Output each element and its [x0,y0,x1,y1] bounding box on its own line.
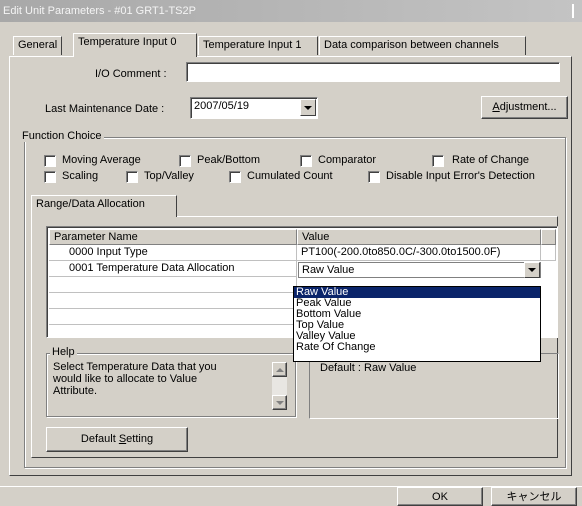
chevron-down-icon [528,268,536,272]
tab-range-data-allocation[interactable]: Range/Data Allocation [31,195,177,217]
table-row-empty [49,293,297,309]
top-valley-checkbox[interactable] [126,171,138,183]
adjustment-button[interactable]: Adjustment... [481,96,568,119]
tab-data-comparison[interactable]: Data comparison between channels [319,36,526,55]
tab-temperature-input-1-label: Temperature Input 1 [203,39,302,51]
rate-of-change-label: Rate of Change [452,154,530,166]
window-title: Edit Unit Parameters - #01 GRT1-TS2P [3,5,196,17]
moving-average-label: Moving Average [62,154,141,166]
comparator-label: Comparator [318,154,377,166]
maintenance-date-value: 2007/05/19 [194,100,250,112]
help-text-line: Select Temperature Data that you [53,361,217,373]
table-row-input-type-name[interactable]: 0000 Input Type [49,245,297,261]
arrow-down-icon [275,400,284,405]
default-setting-button-pre: Default [80,433,119,445]
default-setting-button-post: etting [126,433,154,445]
tab-temperature-input-1[interactable]: Temperature Input 1 [198,36,318,55]
header-value[interactable]: Value [297,229,541,245]
arrow-up-icon [275,367,284,372]
ok-button[interactable]: OK [397,487,483,506]
moving-average-checkbox[interactable] [44,155,56,167]
table-row-filler [541,245,556,261]
table-row-data-allocation-name[interactable]: 0001 Temperature Data Allocation [49,261,297,277]
cumulated-count-checkbox[interactable] [229,171,241,183]
help-text-line: would like to allocate to Value [53,373,198,385]
tab-general-label: General [18,39,58,51]
cancel-button[interactable]: キャンセル [491,487,577,506]
rate-of-change-checkbox[interactable] [432,155,444,167]
tab-range-data-allocation-label: Range/Data Allocation [36,198,145,210]
help-text-line: Attribute. [53,385,98,397]
disable-input-error-checkbox[interactable] [368,171,380,183]
adjustment-button-mnemonic: A [492,101,500,113]
scroll-down-button[interactable] [272,395,287,410]
data-allocation-dropdown-list[interactable]: Raw Value Peak Value Bottom Value Top Va… [293,286,541,362]
adjustment-button-post: djustment... [499,101,557,113]
tab-general[interactable]: General [13,36,63,55]
default-value-text: Default : Raw Value [320,362,417,374]
close-icon[interactable] [572,4,580,18]
table-row-empty [49,277,297,293]
tab-temperature-input-0-label: Temperature Input 0 [78,36,177,48]
header-parameter-name[interactable]: Parameter Name [49,229,297,245]
io-comment-label: I/O Comment : [95,68,167,80]
function-choice-legend: Function Choice [20,130,104,142]
scaling-checkbox[interactable] [44,171,56,183]
data-allocation-combo-value: Raw Value [302,264,355,276]
data-allocation-combo[interactable]: Raw Value [298,262,541,278]
peak-bottom-label: Peak/Bottom [197,154,260,166]
io-comment-input[interactable] [186,62,560,82]
top-valley-label: Top/Valley [144,170,194,182]
default-setting-button[interactable]: Default Setting [46,427,188,452]
disable-input-error-label: Disable Input Error's Detection [386,170,535,182]
tab-data-comparison-label: Data comparison between channels [324,39,499,51]
list-item[interactable]: Rate Of Change [294,342,540,353]
scroll-up-button[interactable] [272,362,287,377]
cumulated-count-label: Cumulated Count [247,170,333,182]
maintenance-date-label: Last Maintenance Date : [45,103,165,115]
table-row-input-type-value[interactable]: PT100(-200.0to850.0C/-300.0to1500.0F) [297,245,541,261]
title-bar: Edit Unit Parameters - #01 GRT1-TS2P [0,0,582,22]
chevron-down-icon [304,105,312,110]
help-scrollbar[interactable] [272,362,287,410]
scaling-label: Scaling [62,170,99,182]
data-allocation-dropdown-button[interactable] [524,262,540,278]
maintenance-date-field[interactable]: 2007/05/19 [190,97,318,119]
peak-bottom-checkbox[interactable] [179,155,191,167]
maintenance-date-dropdown-button[interactable] [300,99,316,116]
help-text: Select Temperature Data that you would l… [53,361,217,397]
default-value-panel: Default : Raw Value [309,353,559,419]
header-filler [541,229,556,245]
tab-temperature-input-0[interactable]: Temperature Input 0 [73,33,197,57]
table-row-empty [49,309,297,325]
help-legend: Help [50,346,77,358]
comparator-checkbox[interactable] [300,155,312,167]
